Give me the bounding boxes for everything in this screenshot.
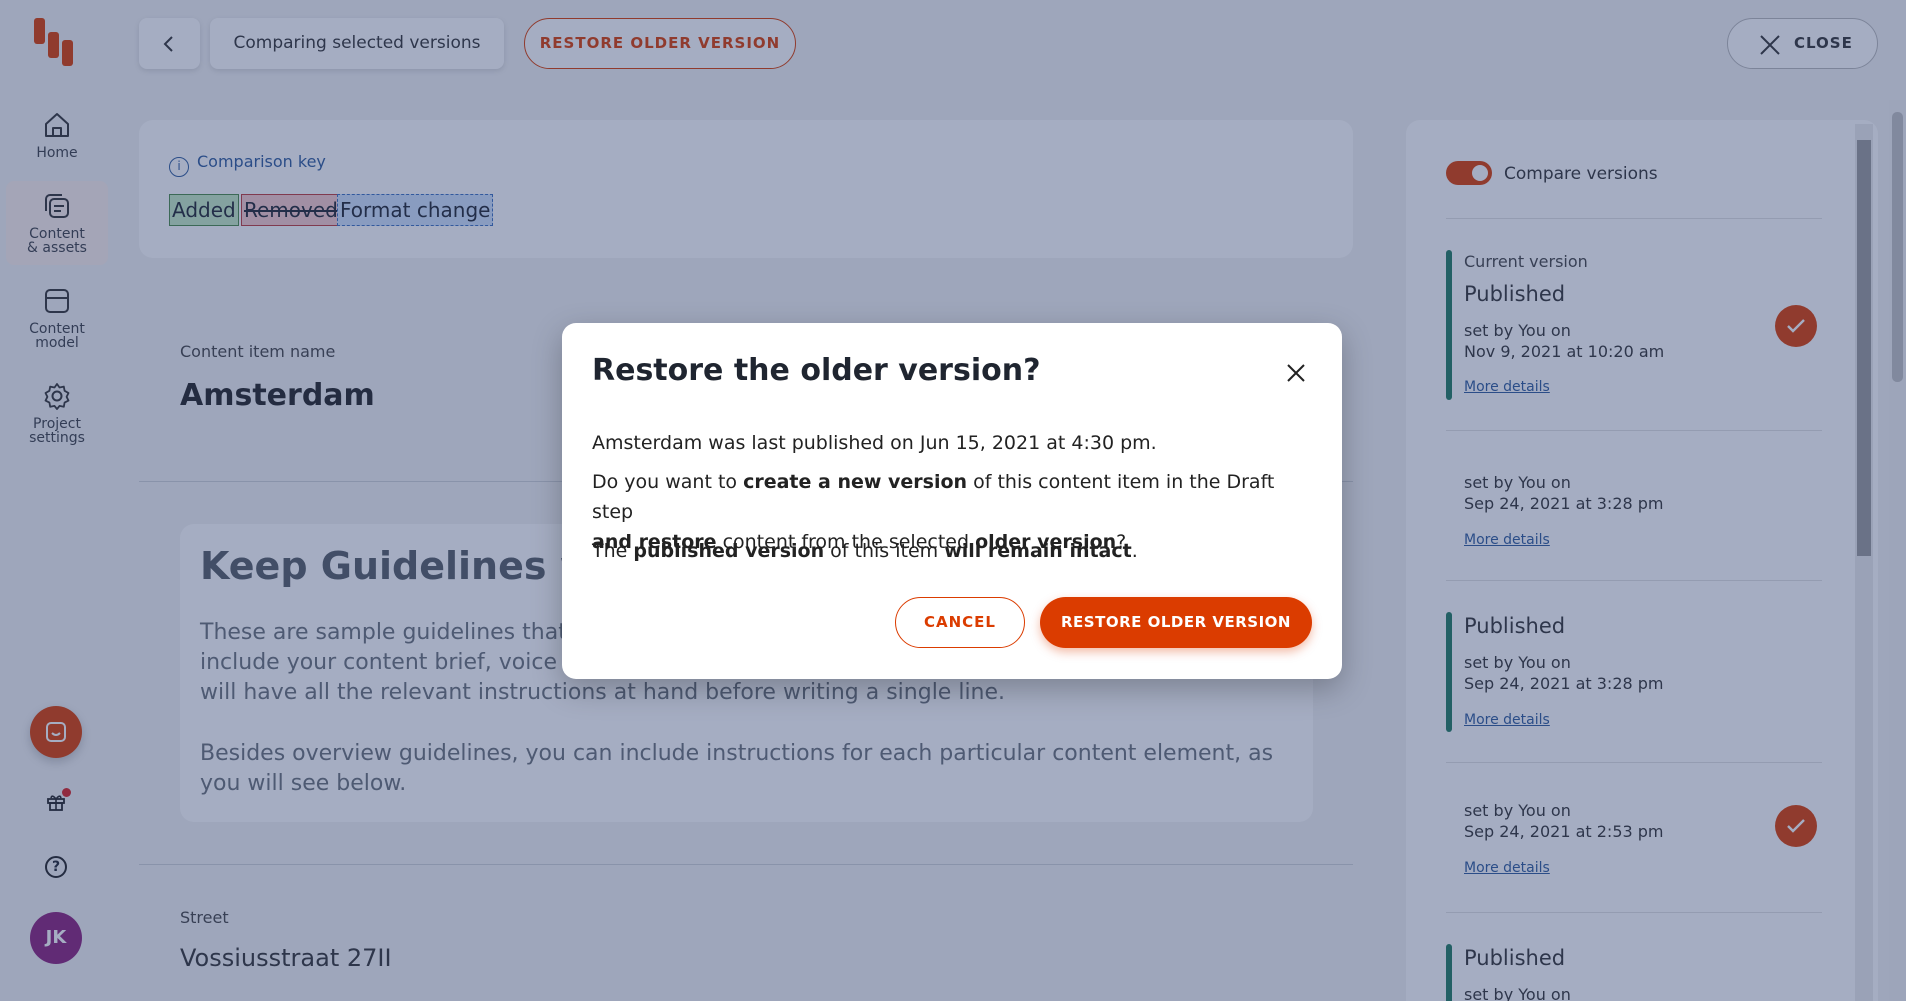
app-root: Home Content & assets Content model Proj… bbox=[0, 0, 1906, 1001]
dialog-title: Restore the older version? bbox=[592, 353, 1041, 388]
dialog-text-intact: The published version of this item will … bbox=[592, 540, 1138, 562]
close-icon[interactable] bbox=[1284, 361, 1308, 385]
dialog-text-published: Amsterdam was last published on Jun 15, … bbox=[592, 432, 1157, 454]
restore-dialog: Restore the older version? Amsterdam was… bbox=[562, 323, 1342, 679]
confirm-restore-button[interactable]: RESTORE OLDER VERSION bbox=[1040, 597, 1312, 648]
cancel-button[interactable]: CANCEL bbox=[895, 597, 1025, 648]
